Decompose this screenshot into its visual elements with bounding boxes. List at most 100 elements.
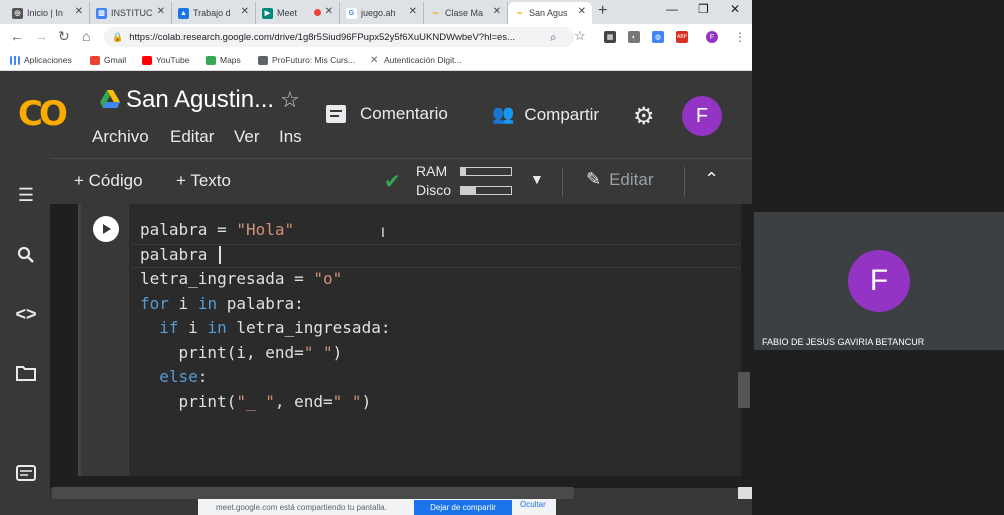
close-icon[interactable]: ✕ [409, 6, 417, 17]
maps-icon [206, 55, 216, 65]
tab-juego[interactable]: G juego.ah ✕ [340, 2, 424, 24]
close-icon[interactable]: ✕ [325, 6, 333, 17]
stop-sharing-button[interactable]: Dejar de compartir [414, 500, 512, 515]
profile-avatar[interactable]: F [706, 31, 718, 43]
extension-icon[interactable]: ◐ [628, 31, 640, 43]
meet-icon: ▶ [262, 7, 273, 19]
bookmark-gmail[interactable]: Gmail [90, 55, 126, 65]
gear-icon[interactable]: ⚙ [633, 102, 655, 131]
close-icon[interactable]: ✕ [578, 6, 586, 17]
play-icon [103, 224, 111, 234]
address-bar[interactable]: 🔒 https://colab.research.google.com/driv… [104, 27, 574, 47]
tab-institucion[interactable]: ▥ INSTITUC ✕ [90, 2, 172, 24]
colab-logo[interactable]: CO [18, 94, 68, 134]
tab-inicio[interactable]: ◎ Inicio | In ✕ [6, 2, 90, 24]
bookmark-autenticacion[interactable]: ✕ Autenticación Digit... [370, 55, 461, 65]
search-icon[interactable] [15, 244, 37, 266]
menu-insertar[interactable]: Ins [279, 127, 302, 147]
pencil-icon: ✎ [586, 169, 602, 189]
chevron-down-icon[interactable]: ▼ [530, 171, 544, 187]
code-line: print(i, end=" ") [140, 341, 390, 366]
bookmarks-bar: Aplicaciones Gmail YouTube Maps ProFutur… [0, 50, 752, 71]
menu-archivo[interactable]: Archivo [92, 127, 149, 147]
close-window-button[interactable]: ✕ [730, 2, 740, 16]
code-snippets-icon[interactable]: <> [15, 303, 37, 325]
drive-icon [100, 90, 120, 108]
cross-icon: ✕ [370, 54, 379, 66]
disk-usage-fill [461, 187, 476, 194]
tab-meet[interactable]: ▶ Meet ✕ [256, 2, 340, 24]
tab-favicon: ▲ [178, 7, 189, 19]
browser-window: ◎ Inicio | In ✕ ▥ INSTITUC ✕ ▲ Trabajo d… [0, 0, 752, 515]
bookmark-youtube[interactable]: YouTube [142, 55, 189, 65]
code-line-3: letra_ingresada = "o" [140, 269, 343, 288]
code-line: letra_ingresada = "o" [140, 267, 390, 292]
code-line: palabra = "Hola" [140, 218, 390, 243]
bookmark-maps[interactable]: Maps [206, 55, 241, 65]
extension-icon[interactable]: ◍ [652, 31, 664, 43]
home-button[interactable]: ⌂ [82, 28, 90, 44]
close-icon[interactable]: ✕ [75, 6, 83, 17]
vertical-scrollbar[interactable] [738, 372, 750, 408]
table-of-contents-icon[interactable]: ☰ [15, 184, 37, 206]
tab-clase[interactable]: ∞ Clase Ma ✕ [424, 2, 508, 24]
reload-button[interactable]: ↻ [58, 28, 70, 45]
code-line: else: [140, 365, 390, 390]
folder-icon[interactable] [15, 362, 37, 384]
tab-favicon: ◎ [12, 7, 23, 19]
forward-button[interactable]: → [34, 28, 48, 44]
edit-button[interactable]: ✎ Editar [586, 169, 654, 190]
run-cell-button[interactable] [93, 216, 119, 242]
menu-ver[interactable]: Ver [234, 127, 260, 147]
close-icon[interactable]: ✕ [241, 6, 249, 17]
bookmark-apps[interactable]: Aplicaciones [10, 55, 72, 65]
avatar[interactable]: F [682, 96, 722, 136]
add-text-button[interactable]: + Texto [176, 171, 231, 191]
ram-usage-bar[interactable] [460, 167, 512, 176]
disk-label: Disco [416, 182, 452, 198]
menu-editar[interactable]: Editar [170, 127, 214, 147]
notebook-title[interactable]: San Agustin... [126, 86, 274, 114]
disk-usage-bar[interactable] [460, 186, 512, 195]
comment-icon [326, 105, 346, 123]
code-line: for i in palabra: [140, 292, 390, 317]
restore-button[interactable]: ❐ [698, 2, 709, 16]
back-button[interactable]: ← [10, 28, 24, 44]
google-icon: G [346, 7, 357, 19]
apps-grid-icon [10, 55, 20, 65]
participant-tile: F FABIO DE JESUS GAVIRIA BETANCUR [754, 212, 1004, 350]
tab-bar: ◎ Inicio | In ✕ ▥ INSTITUC ✕ ▲ Trabajo d… [0, 0, 752, 24]
minimize-button[interactable]: — [666, 2, 678, 16]
tab-favicon: ▥ [96, 7, 107, 19]
people-icon: 👥 [492, 104, 515, 124]
new-tab-button[interactable]: + [598, 2, 607, 20]
terminal-icon[interactable] [15, 462, 37, 484]
code-line-8: print("_ ", end=" ") [140, 391, 372, 411]
comment-button[interactable]: Comentario [326, 104, 448, 124]
tab-trabajo[interactable]: ▲ Trabajo d ✕ [172, 2, 256, 24]
code-cell[interactable]: palabra = "Hola" palabra letra_ingresada … [78, 204, 741, 476]
hide-button[interactable]: Ocultar [520, 500, 546, 509]
code-line-6: print(i, end=" ") [140, 342, 343, 362]
close-icon[interactable]: ✕ [493, 6, 501, 17]
notebook-editor: palabra = "Hola" palabra letra_ingresada … [50, 204, 752, 488]
cell-gutter [81, 204, 129, 476]
code-editor[interactable]: palabra = "Hola" palabra letra_ingresada … [140, 218, 390, 414]
bookmark-profuturo[interactable]: ProFuturo: Mis Curs... [258, 55, 355, 65]
toolbar-divider [562, 167, 563, 197]
code-line-5: if i in letra_ingresada: [159, 318, 391, 337]
horizontal-scrollbar[interactable] [52, 487, 574, 499]
close-icon[interactable]: ✕ [157, 6, 165, 17]
notebook-toolbar: + Código + Texto ✔ RAM Disco ▼ ✎ Editar … [50, 158, 752, 205]
bookmark-star-icon[interactable]: ☆ [574, 28, 586, 44]
add-code-button[interactable]: + Código [74, 171, 143, 191]
tab-san-agustin[interactable]: ∞ San Agus ✕ [508, 2, 592, 24]
adblock-icon[interactable]: ABP [676, 31, 688, 43]
share-button[interactable]: 👥 Compartir [492, 104, 599, 125]
gmail-icon [90, 55, 100, 65]
menu-kebab-icon[interactable]: ⋮ [734, 30, 746, 44]
extension-grid-icon[interactable]: ▦ [604, 31, 616, 43]
zoom-icon[interactable]: ⌕ [550, 30, 557, 45]
star-icon[interactable]: ☆ [280, 87, 300, 113]
chevron-up-icon[interactable]: ⌃ [704, 169, 719, 190]
